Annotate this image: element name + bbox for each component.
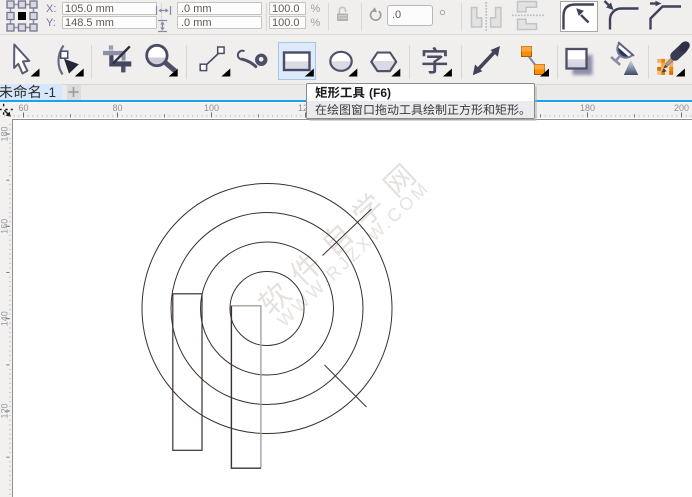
svg-text:(F6): (F6) bbox=[369, 86, 391, 100]
svg-text:100: 100 bbox=[204, 103, 219, 113]
svg-text:140: 140 bbox=[0, 311, 9, 326]
svg-text:-1: -1 bbox=[44, 85, 56, 100]
svg-text:120: 120 bbox=[0, 403, 9, 418]
svg-text:180: 180 bbox=[0, 126, 9, 141]
svg-text:180: 180 bbox=[580, 103, 595, 113]
svg-text:60: 60 bbox=[18, 103, 28, 113]
svg-text:160: 160 bbox=[0, 219, 9, 234]
svg-text:80: 80 bbox=[112, 103, 122, 113]
svg-text:WWW.RJZXW.COM: WWW.RJZXW.COM bbox=[273, 177, 433, 331]
svg-text:200: 200 bbox=[674, 103, 689, 113]
